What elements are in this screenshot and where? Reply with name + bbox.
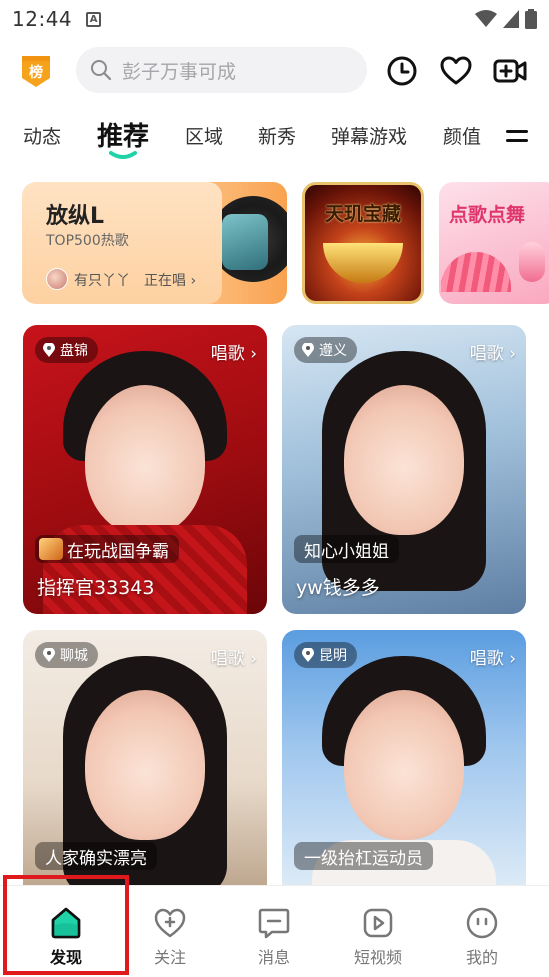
battery-icon <box>525 9 537 29</box>
streamer-face <box>344 385 464 535</box>
location-text: 聊城 <box>60 648 88 664</box>
streamer-face <box>85 690 205 840</box>
song-dance-banner[interactable]: 点歌点舞 <box>439 182 549 304</box>
location-pin-icon <box>302 648 314 662</box>
singer-avatar <box>46 268 68 290</box>
location-text: 遵义 <box>319 343 347 359</box>
activity-text: 人家确实漂亮 <box>45 848 147 869</box>
tab-yanzhi[interactable]: 颜值 <box>443 122 481 149</box>
category-tag[interactable]: 唱歌 › <box>470 339 516 364</box>
treasure-banner[interactable]: 天玑宝藏 <box>302 182 424 304</box>
tab-dongtai[interactable]: 动态 <box>23 122 61 149</box>
location-pin-icon <box>43 648 55 662</box>
location-text: 盘锦 <box>60 343 88 359</box>
music-banner[interactable]: 放纵L TOP500热歌 有只丫丫 正在唱 › <box>22 182 287 304</box>
video-play-icon <box>363 908 393 938</box>
nav-label: 我的 <box>465 948 498 967</box>
location-pin-icon <box>302 343 314 357</box>
microphone-icon <box>519 242 545 282</box>
status-time: 12:44 <box>12 7 73 31</box>
ranking-badge-label: 榜 <box>29 65 43 81</box>
streamer-face <box>85 385 205 535</box>
location-pill: 昆明 <box>294 642 357 668</box>
nav-short-video[interactable]: 短视频 <box>326 886 430 977</box>
category-tabs: 动态 推荐 区域 新秀 弹幕游戏 颜值 <box>0 110 549 166</box>
accessibility-badge-icon: A <box>86 11 102 27</box>
category-tag[interactable]: 唱歌 › <box>470 644 516 669</box>
category-tag[interactable]: 唱歌 › <box>211 339 257 364</box>
nav-label: 发现 <box>49 948 82 967</box>
tab-danmu-youxi[interactable]: 弹幕游戏 <box>331 122 407 149</box>
favorites-heart-icon[interactable] <box>439 54 473 88</box>
nav-follow[interactable]: 关注 <box>118 886 222 977</box>
search-bar[interactable]: 彭子万事可成 <box>76 47 367 93</box>
location-text: 昆明 <box>319 648 347 664</box>
album-art <box>222 214 268 270</box>
wifi-icon <box>475 10 497 27</box>
active-tab-indicator <box>109 151 137 159</box>
nav-discover[interactable]: 发现 <box>14 886 118 977</box>
profile-face-icon <box>466 907 498 939</box>
activity-text: 一级抬杠运动员 <box>304 848 423 869</box>
message-icon <box>258 908 290 939</box>
streamer-name: yw钱多多 <box>296 577 380 599</box>
more-tabs-menu-icon[interactable] <box>506 130 528 146</box>
location-pill: 遵义 <box>294 337 357 363</box>
treasure-banner-title: 天玑宝藏 <box>324 203 401 225</box>
location-pin-icon <box>43 343 55 357</box>
music-banner-subtitle: TOP500热歌 <box>46 233 129 249</box>
activity-pill: 一级抬杠运动员 <box>294 842 433 870</box>
bottom-navigation: 发现 关注 消息 短视频 我的 <box>0 885 549 977</box>
search-row: 榜 彭子万事可成 <box>0 44 549 96</box>
activity-text: 在玩战国争霸 <box>67 541 169 562</box>
tab-xinxiu[interactable]: 新秀 <box>258 122 296 149</box>
activity-pill: 知心小姐姐 <box>294 535 399 563</box>
category-tag[interactable]: 唱歌 › <box>211 644 257 669</box>
status-bar: 12:44 A <box>0 0 549 38</box>
streamer-face <box>344 690 464 840</box>
search-icon <box>91 60 112 81</box>
heart-plus-icon <box>154 908 186 938</box>
treasure-bowl-icon <box>323 243 403 283</box>
search-placeholder: 彭子万事可成 <box>122 60 237 83</box>
tab-tuijian[interactable]: 推荐 <box>97 116 149 153</box>
stream-card[interactable]: 遵义 唱歌 › 知心小姐姐 yw钱多多 <box>282 325 526 614</box>
music-banner-title: 放纵L <box>46 204 105 229</box>
history-clock-icon[interactable] <box>385 54 419 88</box>
nav-label: 关注 <box>153 948 186 967</box>
song-dance-banner-title: 点歌点舞 <box>449 204 526 226</box>
nav-label: 消息 <box>257 948 290 967</box>
nav-messages[interactable]: 消息 <box>222 886 326 977</box>
location-pill: 盘锦 <box>35 337 98 363</box>
ranking-badge[interactable]: 榜 <box>20 54 52 88</box>
singing-status[interactable]: 正在唱 › <box>144 270 196 290</box>
game-thumbnail-icon <box>39 538 63 560</box>
status-indicators <box>475 9 537 29</box>
fan-decoration-icon <box>441 252 511 292</box>
activity-pill: 人家确实漂亮 <box>35 842 157 870</box>
home-icon <box>51 907 81 939</box>
stream-card[interactable]: 盘锦 唱歌 › 在玩战国争霸 指挥官33343 <box>23 325 267 614</box>
cell-signal-icon <box>503 10 519 28</box>
tab-quyu[interactable]: 区域 <box>185 122 223 149</box>
nav-label: 短视频 <box>353 948 402 967</box>
stream-card[interactable]: 昆明 唱歌 › 一级抬杠运动员 <box>282 630 526 885</box>
nav-profile[interactable]: 我的 <box>430 886 534 977</box>
location-pill: 聊城 <box>35 642 98 668</box>
activity-pill: 在玩战国争霸 <box>35 535 179 563</box>
go-live-camera-icon[interactable] <box>493 54 527 88</box>
streamer-name: 指挥官33343 <box>37 577 155 599</box>
singer-name: 有只丫丫 <box>74 273 130 289</box>
activity-text: 知心小姐姐 <box>304 541 389 562</box>
stream-card[interactable]: 聊城 唱歌 › 人家确实漂亮 <box>23 630 267 885</box>
